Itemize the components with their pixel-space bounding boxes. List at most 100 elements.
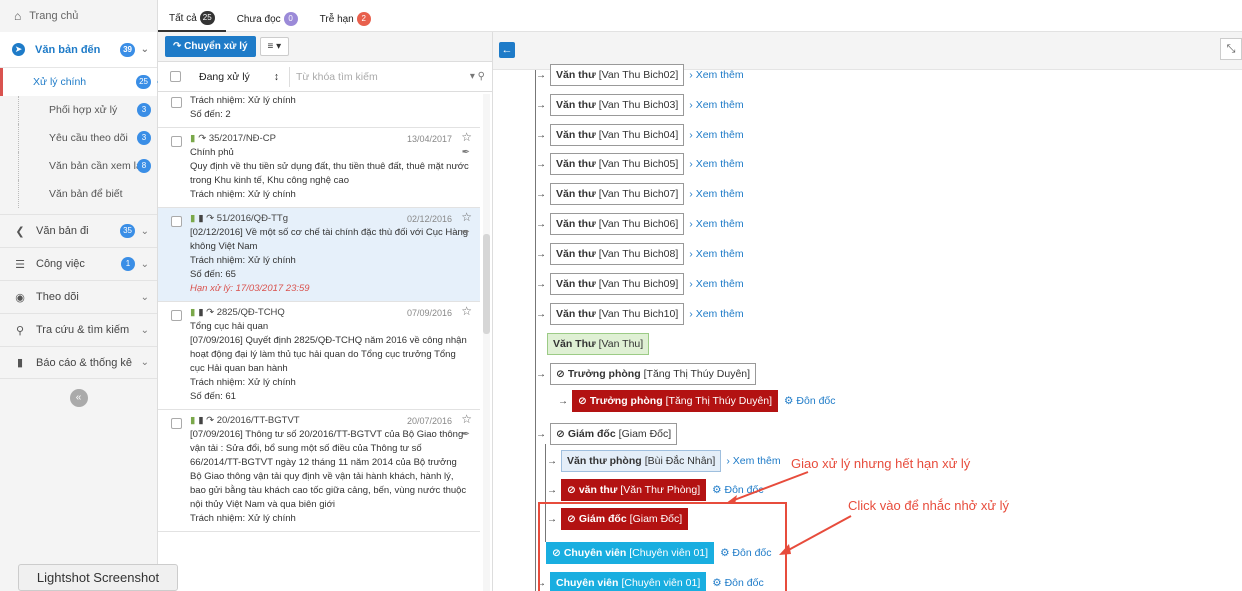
home-label: Trang chủ xyxy=(29,10,79,22)
tree-node-van-thu-phong: → Văn thư phòng [Bùi Đắc Nhân] › Xem thêm xyxy=(547,450,781,472)
star-icon[interactable]: ☆ xyxy=(461,210,472,224)
van-thu-phong-box[interactable]: Văn thư phòng [Bùi Đắc Nhân] xyxy=(561,450,722,472)
view-more-link[interactable]: › Xem thêm xyxy=(689,188,743,200)
arrow-icon: → xyxy=(536,99,546,111)
clerk-box[interactable]: Văn thư [Van Thu Bich02] xyxy=(550,64,685,86)
star-icon[interactable]: ☆ xyxy=(461,130,472,144)
forbidden-icon: ⊘ xyxy=(556,368,565,380)
sidebar-item-follow[interactable]: ◉ Theo dõi ⌄ xyxy=(0,280,157,313)
van-thu-overdue-box[interactable]: ⊘ văn thư [Văn Thư Phòng] xyxy=(561,479,707,501)
row-checkbox[interactable] xyxy=(171,136,182,147)
giam-doc-box[interactable]: ⊘ Giám đốc [Giam Đốc] xyxy=(550,423,678,445)
view-more-link[interactable]: › Xem thêm xyxy=(689,99,743,111)
sidebar-sub-review[interactable]: Văn bản cần xem lại 8 xyxy=(18,152,157,180)
sidebar-item-incoming[interactable]: ➤ Văn bản đến 39 ⌄ xyxy=(0,32,157,68)
clerk-box[interactable]: Văn thư [Van Thu Bich03] xyxy=(550,94,685,116)
urge-button[interactable]: ⚙ Đôn đốc xyxy=(712,484,763,496)
sidebar-sub-label: Văn bản để biết xyxy=(49,188,123,200)
doc-code: 2825/QĐ-TCHQ xyxy=(216,307,285,318)
view-more-link[interactable]: › Xem thêm xyxy=(689,218,743,230)
clerk-box[interactable]: Văn thư [Van Thu Bich07] xyxy=(550,183,685,205)
sidebar-sub-coordinate[interactable]: Phối hợp xử lý 3 xyxy=(18,96,157,124)
node-role: Văn thư phòng xyxy=(567,455,642,467)
clerk-box[interactable]: Văn thư [Van Thu Bich08] xyxy=(550,243,685,265)
node-role: Văn thư xyxy=(556,129,596,141)
sidebar-sub-main-processing[interactable]: Xử lý chính 25 xyxy=(0,68,165,96)
scrollbar-thumb[interactable] xyxy=(483,234,490,334)
view-more-link[interactable]: › Xem thêm xyxy=(689,129,743,141)
tree-node-clerk: → Văn thư [Van Thu Bich06] › Xem thêm xyxy=(536,213,744,235)
clerk-box[interactable]: Văn thư [Van Thu Bich10] xyxy=(550,303,685,325)
doc-responsibility: Trách nhiệm: Xử lý chính xyxy=(190,255,296,266)
sidebar-item-reports[interactable]: ▮ Báo cáo & thống kê ⌄ xyxy=(0,346,157,379)
urge-label: Đôn đốc xyxy=(796,395,836,407)
list-menu-button[interactable]: ≡ ▾ xyxy=(259,37,290,56)
select-all-checkbox[interactable] xyxy=(170,71,181,82)
list-item[interactable]: Trách nhiệm: Xử lý chính Số đến: 2 xyxy=(158,92,480,128)
view-more-label: Xem thêm xyxy=(695,129,744,141)
sidebar-item-label: Văn bản đến xyxy=(35,43,101,56)
sidebar-sub-for-info[interactable]: Văn bản để biết xyxy=(18,180,157,208)
tab-all[interactable]: Tất cả 25 xyxy=(158,6,226,32)
clerk-box[interactable]: Văn thư [Van Thu Bich06] xyxy=(550,213,685,235)
doc-number: Số đến: 65 xyxy=(190,269,236,280)
sidebar-item-search[interactable]: ⚲ Tra cứu & tìm kiếm ⌄ xyxy=(0,313,157,346)
clerk-box[interactable]: Văn thư [Van Thu Bich04] xyxy=(550,124,685,146)
list-scrollbar[interactable] xyxy=(483,94,490,591)
node-role: Văn thư xyxy=(556,218,596,230)
view-more-link[interactable]: › Xem thêm xyxy=(689,278,743,290)
forward-process-button[interactable]: ↷ Chuyển xử lý xyxy=(165,36,256,57)
list-item[interactable]: ▮ ↷ 35/2017/NĐ-CP 13/04/2017 ☆ ✒ Chính ph… xyxy=(158,128,480,208)
sidebar-item-tasks[interactable]: ☰ Công việc 1 ⌄ xyxy=(0,247,157,280)
view-more-link[interactable]: › Xem thêm xyxy=(689,69,743,81)
view-more-link[interactable]: › Xem thêm xyxy=(689,158,743,170)
search-icon[interactable]: ▾ ⚲ xyxy=(470,71,485,82)
processing-tree: → Văn thư [Van Thu Bich02] › Xem thêm → V… xyxy=(493,32,1242,591)
truong-phong-box[interactable]: ⊘ Trưởng phòng [Tăng Thị Thúy Duyên] xyxy=(550,363,757,385)
node-person: [Bùi Đắc Nhân] xyxy=(644,455,716,467)
list-item[interactable]: ▮ ▮ ↷ 20/2016/TT-BGTVT 20/07/2016 ☆ ✒ [07… xyxy=(158,410,480,532)
star-icon[interactable]: ☆ xyxy=(461,304,472,318)
truong-phong-overdue-box[interactable]: ⊘ Trưởng phòng [Tăng Thị Thúy Duyên] xyxy=(572,390,779,412)
view-more-link[interactable]: › Xem thêm xyxy=(689,308,743,320)
sidebar-item-outgoing[interactable]: ❮ Văn bản đi 35 ⌄ xyxy=(0,214,157,247)
filter-tabs: Tất cả 25 Chưa đọc 0 Trễ hạn 2 xyxy=(158,0,382,32)
node-person: [Van Thu Bich09] xyxy=(598,278,679,290)
sidebar-item-label: Tra cứu & tìm kiếm xyxy=(36,324,130,336)
sidebar-item-label: Văn bản đi xyxy=(36,225,89,237)
tree-node-van-thu: Văn Thư [Van Thu] xyxy=(547,333,650,355)
arrow-icon: → xyxy=(536,129,546,141)
view-more-label: Xem thêm xyxy=(695,248,744,260)
node-person: [Van Thu Bich04] xyxy=(598,129,679,141)
arrow-icon: → xyxy=(536,278,546,290)
search-input[interactable]: Từ khóa tìm kiếm ▾ ⚲ xyxy=(289,66,491,87)
row-checkbox[interactable] xyxy=(171,310,182,321)
clerk-box[interactable]: Văn thư [Van Thu Bich09] xyxy=(550,273,685,295)
doc-summary: [02/12/2016] Về một số cơ chế tài chính … xyxy=(190,227,469,252)
tab-unread[interactable]: Chưa đọc 0 xyxy=(226,6,309,32)
van-thu-box[interactable]: Văn Thư [Van Thu] xyxy=(547,333,650,355)
row-checkbox[interactable] xyxy=(171,418,182,429)
doc-issuer: Chính phủ xyxy=(190,147,234,158)
view-more-label: Xem thêm xyxy=(695,188,744,200)
home-link[interactable]: ⌂ Trang chủ xyxy=(0,0,158,32)
doc-code: 51/2016/QĐ-TTg xyxy=(216,213,288,224)
tab-overdue[interactable]: Trễ hạn 2 xyxy=(309,6,382,32)
view-more-link[interactable]: › Xem thêm xyxy=(726,455,780,467)
search-icon: ⚲ xyxy=(15,324,25,337)
sidebar-sub-follow-request[interactable]: Yêu cầu theo dõi 3 xyxy=(18,124,157,152)
star-icon[interactable]: ☆ xyxy=(461,412,472,426)
row-checkbox[interactable] xyxy=(171,97,182,108)
view-more-label: Xem thêm xyxy=(695,99,744,111)
document-list-panel: ↷ Chuyển xử lý ≡ ▾ Đang xử lý ↕ Từ khóa … xyxy=(158,32,493,591)
collapse-sidebar-icon[interactable]: « xyxy=(69,389,88,407)
tree-node-clerk: → Văn thư [Van Thu Bich08] › Xem thêm xyxy=(536,243,744,265)
clerk-box[interactable]: Văn thư [Van Thu Bich05] xyxy=(550,153,685,175)
count-badge: 3 xyxy=(137,131,151,145)
list-item[interactable]: ▮ ▮ ↷ 2825/QĐ-TCHQ 07/09/2016 ☆ Tổng cục … xyxy=(158,302,480,410)
row-checkbox[interactable] xyxy=(171,216,182,227)
urge-button[interactable]: ⚙ Đôn đốc xyxy=(784,395,835,407)
view-more-link[interactable]: › Xem thêm xyxy=(689,248,743,260)
status-select[interactable]: Đang xử lý ↕ xyxy=(193,67,285,87)
list-item[interactable]: ▮ ▮ ↷ 51/2016/QĐ-TTg 02/12/2016 ☆ ✒ [02/1… xyxy=(158,208,480,302)
